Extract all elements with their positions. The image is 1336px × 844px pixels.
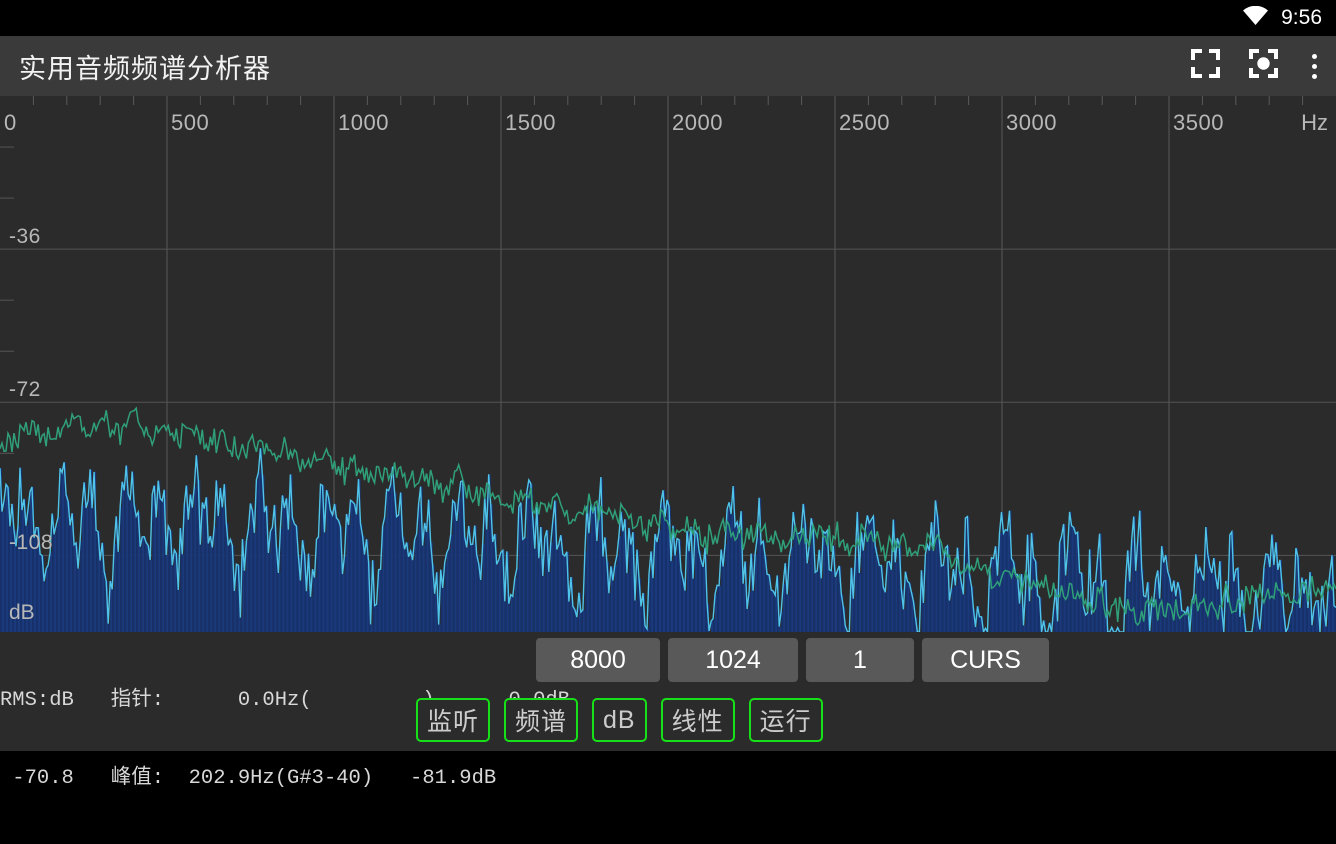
db-scale-button[interactable]: dB — [592, 698, 647, 742]
overflow-menu-icon — [1311, 51, 1317, 81]
wifi-icon — [1242, 5, 1269, 31]
sample-rate-button[interactable]: 8000 — [536, 638, 660, 682]
app-bar-actions — [1176, 36, 1336, 96]
x-axis-tick-1500: 1500 — [505, 110, 556, 135]
capture-focus-icon — [1248, 49, 1278, 83]
mode-button-row: 监听 频谱 dB 线性 运行 — [416, 698, 823, 742]
y-axis-tick-neg108: -108 — [9, 531, 54, 555]
y-axis-unit-label: dB — [9, 601, 35, 624]
bottom-control-strip: RMS:dB 指针: 0.0Hz( ) 0.0dB -70.8 峰值: 202.… — [0, 632, 1336, 790]
clock-label: 9:56 — [1281, 6, 1322, 29]
x-axis-tick-1000: 1000 — [338, 110, 389, 135]
x-axis-tick-500: 500 — [171, 110, 210, 135]
cursor-button[interactable]: CURS — [922, 638, 1049, 682]
fullscreen-button[interactable] — [1176, 36, 1234, 96]
fft-length-button[interactable]: 1024 — [668, 638, 798, 682]
x-axis-unit-label: Hz — [1301, 110, 1328, 135]
app-title: 实用音频频谱分析器 — [19, 53, 271, 84]
spectrum-plot[interactable]: 0 500 1000 1500 2000 2500 3000 3500 -36 -72 -108 H… — [0, 96, 1336, 632]
readout-line-peak: -70.8 峰值: 202.9Hz(G#3-40) -81.9dB — [0, 767, 497, 790]
x-axis-tick-3000: 3000 — [1006, 110, 1057, 135]
x-axis-tick-2500: 2500 — [839, 110, 890, 135]
status-bar: 9:56 — [0, 0, 1336, 36]
capture-button[interactable] — [1234, 36, 1292, 96]
app-bar: 实用音频频谱分析器 — [0, 36, 1336, 96]
average-button[interactable]: 1 — [806, 638, 914, 682]
parameter-button-row: 8000 1024 1 CURS — [536, 638, 1049, 682]
overflow-menu-button[interactable] — [1292, 36, 1336, 96]
x-axis-tick-3500: 3500 — [1173, 110, 1224, 135]
fullscreen-icon — [1190, 49, 1220, 83]
run-button[interactable]: 运行 — [748, 698, 823, 742]
monitor-button[interactable]: 监听 — [416, 698, 491, 742]
linear-button[interactable]: 线性 — [660, 698, 735, 742]
y-axis-tick-neg36: -36 — [9, 225, 41, 249]
x-axis-tick-0: 0 — [4, 110, 17, 135]
x-axis-tick-2000: 2000 — [672, 110, 723, 135]
spectrum-button[interactable]: 频谱 — [504, 698, 579, 742]
y-axis-tick-neg72: -72 — [9, 378, 41, 402]
spectrum-canvas — [0, 96, 1336, 632]
